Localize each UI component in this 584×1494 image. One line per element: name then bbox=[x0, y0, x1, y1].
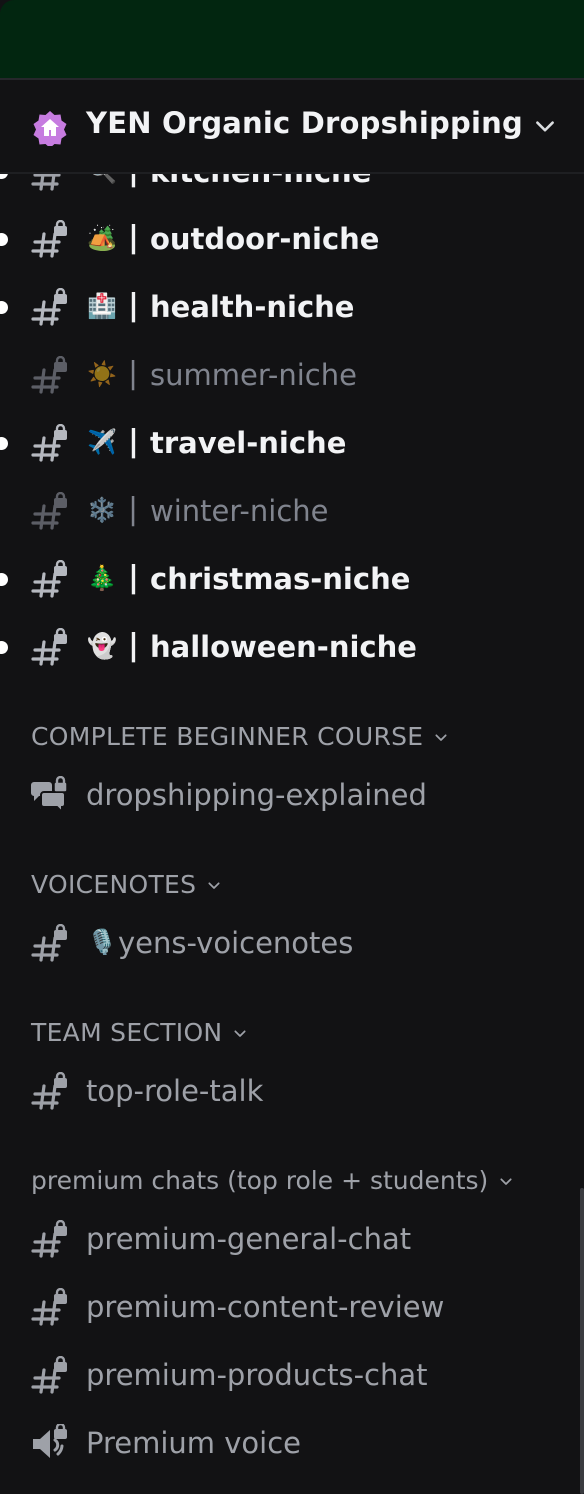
channel-name: outdoor-niche bbox=[150, 222, 380, 256]
channel-emoji: 🎄 bbox=[87, 564, 117, 592]
channel-premium-voice[interactable]: Premium voice bbox=[0, 1414, 584, 1472]
channel-name: Premium voice bbox=[86, 1426, 302, 1460]
channel-top-role-talk[interactable]: top-role-talk bbox=[0, 1062, 584, 1120]
channel-yens-voicenotes[interactable]: 🎙️ yens-voicenotes bbox=[0, 914, 584, 972]
channel-dropshipping-explained[interactable]: dropshipping-explained bbox=[0, 766, 584, 824]
category-header: premium chats (top role + students) bbox=[31, 1166, 514, 1195]
category-premium-chats[interactable]: premium chats (top role + students) bbox=[0, 1162, 584, 1202]
category-header: VOICENOTES bbox=[31, 870, 222, 899]
category-label: premium chats (top role + students) bbox=[31, 1166, 489, 1195]
channel-name: top-role-talk bbox=[86, 1074, 264, 1108]
locked-text-channel-icon bbox=[30, 560, 70, 600]
category-header: TEAM SECTION bbox=[31, 1018, 248, 1047]
channel-emoji: ☀️ bbox=[87, 360, 117, 388]
locked-text-channel-icon bbox=[30, 220, 70, 260]
channel-premium-general-chat[interactable]: premium-general-chat bbox=[0, 1210, 584, 1268]
channel-premium-content-review[interactable]: premium-content-review bbox=[0, 1278, 584, 1336]
locked-text-channel-icon bbox=[30, 424, 70, 464]
channel-separator: | bbox=[128, 356, 139, 391]
locked-text-channel-icon bbox=[30, 1288, 70, 1328]
channel-name: travel-niche bbox=[150, 426, 347, 460]
locked-text-channel-icon bbox=[30, 492, 70, 532]
locked-text-channel-icon bbox=[30, 288, 70, 328]
channel-emoji: ✈️ bbox=[87, 428, 117, 456]
channel-separator: | bbox=[128, 424, 139, 459]
scrollbar[interactable] bbox=[580, 1188, 584, 1494]
channel-winter-niche[interactable]: ❄️ | winter-niche bbox=[0, 482, 584, 540]
channel-separator: | bbox=[128, 492, 139, 527]
category-label: COMPLETE BEGINNER COURSE bbox=[31, 722, 424, 751]
microphone-emoji: 🎙️ bbox=[87, 928, 117, 956]
channel-name: summer-niche bbox=[150, 358, 357, 392]
channel-sidebar: 🔍 | kitchen-niche 🏕️ | outdoor-niche 🏥 |… bbox=[0, 0, 584, 1494]
channel-emoji: 🏥 bbox=[87, 292, 117, 320]
channel-premium-products-chat[interactable]: premium-products-chat bbox=[0, 1346, 584, 1404]
channel-name: premium-products-chat bbox=[86, 1358, 428, 1392]
channel-name: christmas-niche bbox=[150, 562, 411, 596]
channel-emoji: 👻 bbox=[87, 632, 117, 660]
channel-christmas-niche[interactable]: 🎄 | christmas-niche bbox=[0, 550, 584, 608]
channel-name: health-niche bbox=[150, 290, 355, 324]
category-label: TEAM SECTION bbox=[31, 1018, 223, 1047]
chevron-down-icon bbox=[433, 730, 449, 746]
locked-text-channel-icon bbox=[30, 1356, 70, 1396]
locked-text-channel-icon bbox=[30, 924, 70, 964]
channel-summer-niche[interactable]: ☀️ | summer-niche bbox=[0, 346, 584, 404]
server-name: YEN Organic Dropshipping bbox=[86, 106, 523, 140]
category-voicenotes[interactable]: VOICENOTES bbox=[0, 866, 584, 906]
channel-separator: | bbox=[128, 628, 139, 663]
unread-indicator bbox=[0, 573, 8, 586]
channel-name: halloween-niche bbox=[150, 630, 417, 664]
category-team-section[interactable]: TEAM SECTION bbox=[0, 1014, 584, 1054]
locked-text-channel-icon bbox=[30, 1072, 70, 1112]
unread-indicator bbox=[0, 233, 8, 246]
channel-emoji: ❄️ bbox=[87, 496, 117, 524]
chevron-down-icon bbox=[206, 878, 222, 894]
channel-name: winter-niche bbox=[150, 494, 329, 528]
channel-halloween-niche[interactable]: 👻 | halloween-niche bbox=[0, 618, 584, 676]
channel-emoji: 🏕️ bbox=[87, 224, 117, 252]
channel-health-niche[interactable]: 🏥 | health-niche bbox=[0, 278, 584, 336]
locked-text-channel-icon bbox=[30, 628, 70, 668]
chevron-down-icon bbox=[232, 1026, 248, 1042]
server-header[interactable]: YEN Organic Dropshipping bbox=[0, 80, 584, 174]
chevron-down-icon[interactable] bbox=[532, 114, 558, 140]
top-banner bbox=[0, 0, 584, 80]
channel-travel-niche[interactable]: ✈️ | travel-niche bbox=[0, 414, 584, 472]
channel-name: premium-general-chat bbox=[86, 1222, 412, 1256]
chevron-down-icon bbox=[498, 1174, 514, 1190]
channel-separator: | bbox=[128, 220, 139, 255]
channel-separator: | bbox=[128, 560, 139, 595]
server-boost-house-icon bbox=[33, 111, 67, 146]
locked-forum-icon bbox=[30, 776, 70, 816]
locked-voice-channel-icon bbox=[30, 1424, 70, 1464]
channel-separator: | bbox=[128, 288, 139, 323]
channel-name: yens-voicenotes bbox=[118, 926, 354, 960]
category-complete-beginner-course[interactable]: COMPLETE BEGINNER COURSE bbox=[0, 718, 584, 758]
locked-text-channel-icon bbox=[30, 1220, 70, 1260]
category-label: VOICENOTES bbox=[31, 870, 197, 899]
unread-indicator bbox=[0, 437, 8, 450]
category-header: COMPLETE BEGINNER COURSE bbox=[31, 722, 449, 751]
channel-name: premium-content-review bbox=[86, 1290, 445, 1324]
locked-text-channel-icon bbox=[30, 356, 70, 396]
channel-name: dropshipping-explained bbox=[86, 778, 427, 812]
channel-outdoor-niche[interactable]: 🏕️ | outdoor-niche bbox=[0, 210, 584, 268]
unread-indicator bbox=[0, 301, 8, 314]
unread-indicator bbox=[0, 641, 8, 654]
